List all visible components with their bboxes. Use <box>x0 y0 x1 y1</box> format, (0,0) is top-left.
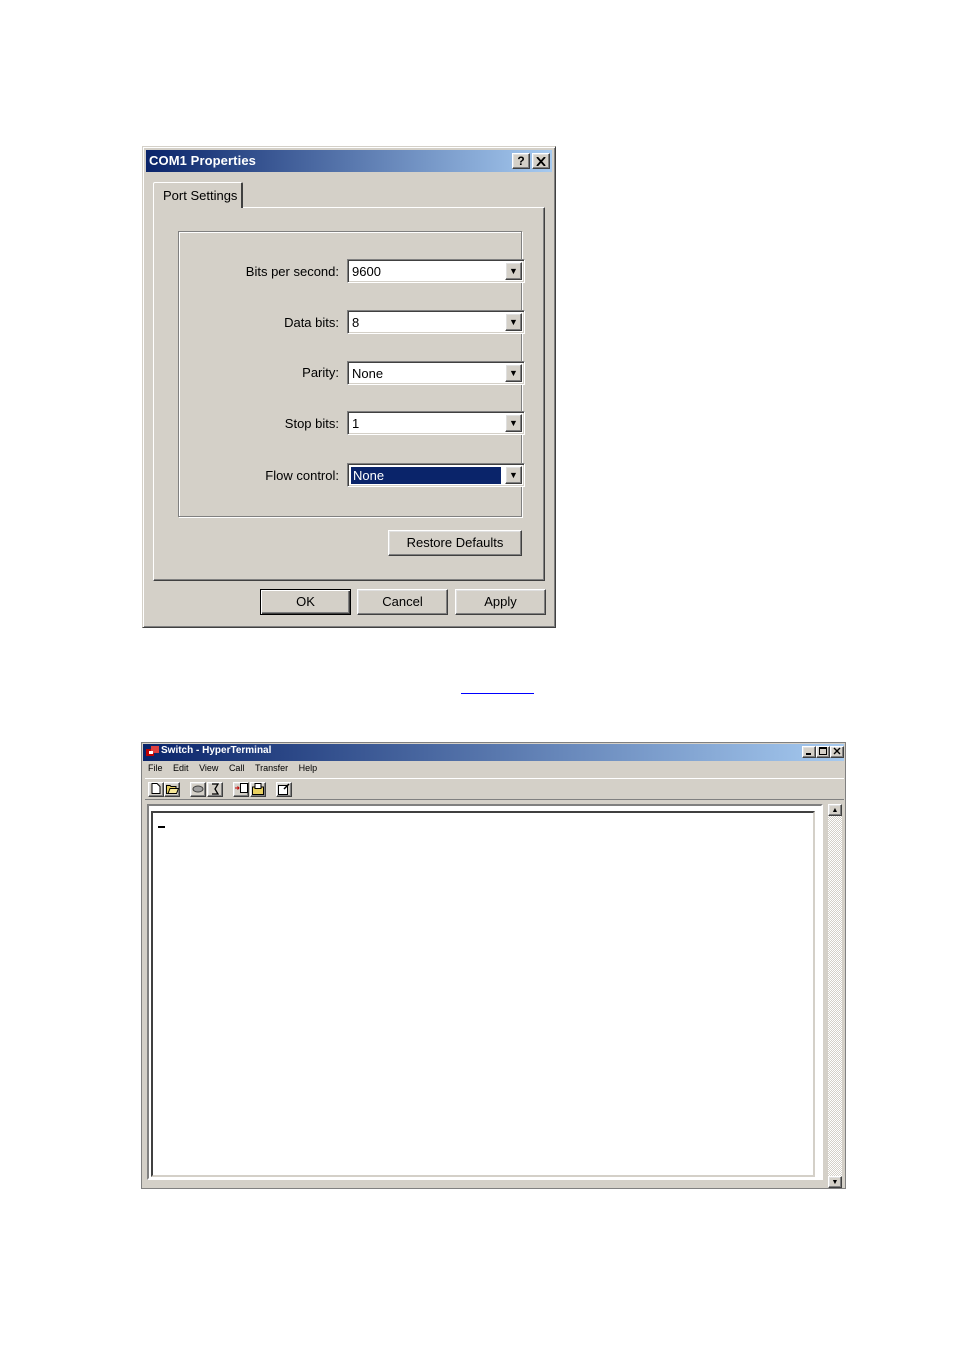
chevron-down-icon[interactable]: ▼ <box>505 262 522 280</box>
scroll-up-button[interactable]: ▲ <box>828 804 842 816</box>
chevron-down-icon[interactable]: ▼ <box>505 414 522 432</box>
flow-control-select[interactable]: None ▼ <box>347 463 525 487</box>
com1-properties-dialog: COM1 Properties ? Port Settings Bits per… <box>142 146 556 628</box>
dialog-title: COM1 Properties <box>149 153 256 168</box>
menu-edit[interactable]: Edit <box>173 763 189 773</box>
restore-defaults-button[interactable]: Restore Defaults <box>388 530 522 556</box>
flow-control-label: Flow control: <box>265 468 339 483</box>
hyperterminal-titlebar[interactable]: Switch - HyperTerminal <box>143 744 844 761</box>
bits-per-second-value: 9600 <box>352 264 381 279</box>
toolbar <box>145 778 844 800</box>
flow-control-value: None <box>350 466 502 485</box>
dial-icon <box>212 783 220 795</box>
tab-port-settings-label: Port Settings <box>163 188 238 203</box>
menu-help[interactable]: Help <box>299 763 318 773</box>
receive-icon <box>252 783 264 795</box>
stop-bits-value: 1 <box>352 416 360 431</box>
ok-button[interactable]: OK <box>260 589 351 615</box>
terminal-screen[interactable] <box>151 811 815 1177</box>
new-icon <box>151 783 161 794</box>
receive-button[interactable] <box>250 782 266 797</box>
send-icon <box>234 783 248 793</box>
close-icon <box>536 156 546 167</box>
properties-icon <box>278 783 290 795</box>
close-button[interactable] <box>830 746 844 758</box>
chevron-down-icon[interactable]: ▼ <box>505 466 522 484</box>
terminal-cursor <box>158 826 165 828</box>
dialog-titlebar[interactable]: COM1 Properties ? <box>146 150 552 172</box>
menu-transfer[interactable]: Transfer <box>255 763 288 773</box>
status-bar <box>145 1185 844 1189</box>
parity-select[interactable]: None ▼ <box>347 361 525 385</box>
menu-bar: File Edit View Call Transfer Help <box>148 763 325 777</box>
minimize-button[interactable] <box>802 746 816 758</box>
data-bits-select[interactable]: 8 ▼ <box>347 310 525 334</box>
maximize-button[interactable] <box>816 746 830 758</box>
new-connection-button[interactable] <box>148 782 164 797</box>
minimize-icon <box>806 753 811 755</box>
help-button[interactable]: ? <box>512 153 530 169</box>
menu-call[interactable]: Call <box>229 763 245 773</box>
open-button[interactable] <box>164 782 180 797</box>
close-button[interactable] <box>532 153 550 169</box>
bits-per-second-label: Bits per second: <box>245 264 339 279</box>
stop-bits-select[interactable]: 1 ▼ <box>347 411 525 435</box>
menu-file[interactable]: File <box>148 763 163 773</box>
parity-label: Parity: <box>302 365 339 380</box>
hyperterminal-title: Switch - HyperTerminal <box>161 745 272 756</box>
bits-per-second-select[interactable]: 9600 ▼ <box>347 259 525 283</box>
properties-button[interactable] <box>276 782 292 797</box>
port-settings-group: Bits per second: 9600 ▼ Data bits: 8 ▼ P… <box>178 231 525 517</box>
dial-button[interactable] <box>207 782 223 797</box>
page-link[interactable] <box>461 679 534 694</box>
parity-value: None <box>352 366 384 381</box>
tab-port-settings[interactable]: Port Settings <box>153 182 243 208</box>
vertical-scrollbar[interactable]: ▲ ▼ <box>828 804 842 1188</box>
close-icon <box>833 747 841 755</box>
maximize-icon <box>819 747 827 755</box>
hyperterminal-window: Switch - HyperTerminal File Edit View Ca… <box>141 742 846 1189</box>
data-bits-label: Data bits: <box>284 315 339 330</box>
data-bits-value: 8 <box>352 315 360 330</box>
hyperterminal-app-icon[interactable] <box>146 746 159 758</box>
stop-bits-label: Stop bits: <box>284 416 339 431</box>
open-icon <box>165 785 179 794</box>
send-button[interactable] <box>233 782 249 797</box>
apply-button[interactable]: Apply <box>455 589 546 615</box>
disconnect-phone-icon <box>192 785 204 793</box>
chevron-down-icon[interactable]: ▼ <box>505 364 522 382</box>
menu-view[interactable]: View <box>199 763 218 773</box>
disconnect-button[interactable] <box>190 782 206 797</box>
chevron-down-icon[interactable]: ▼ <box>505 313 522 331</box>
cancel-button[interactable]: Cancel <box>357 589 448 615</box>
